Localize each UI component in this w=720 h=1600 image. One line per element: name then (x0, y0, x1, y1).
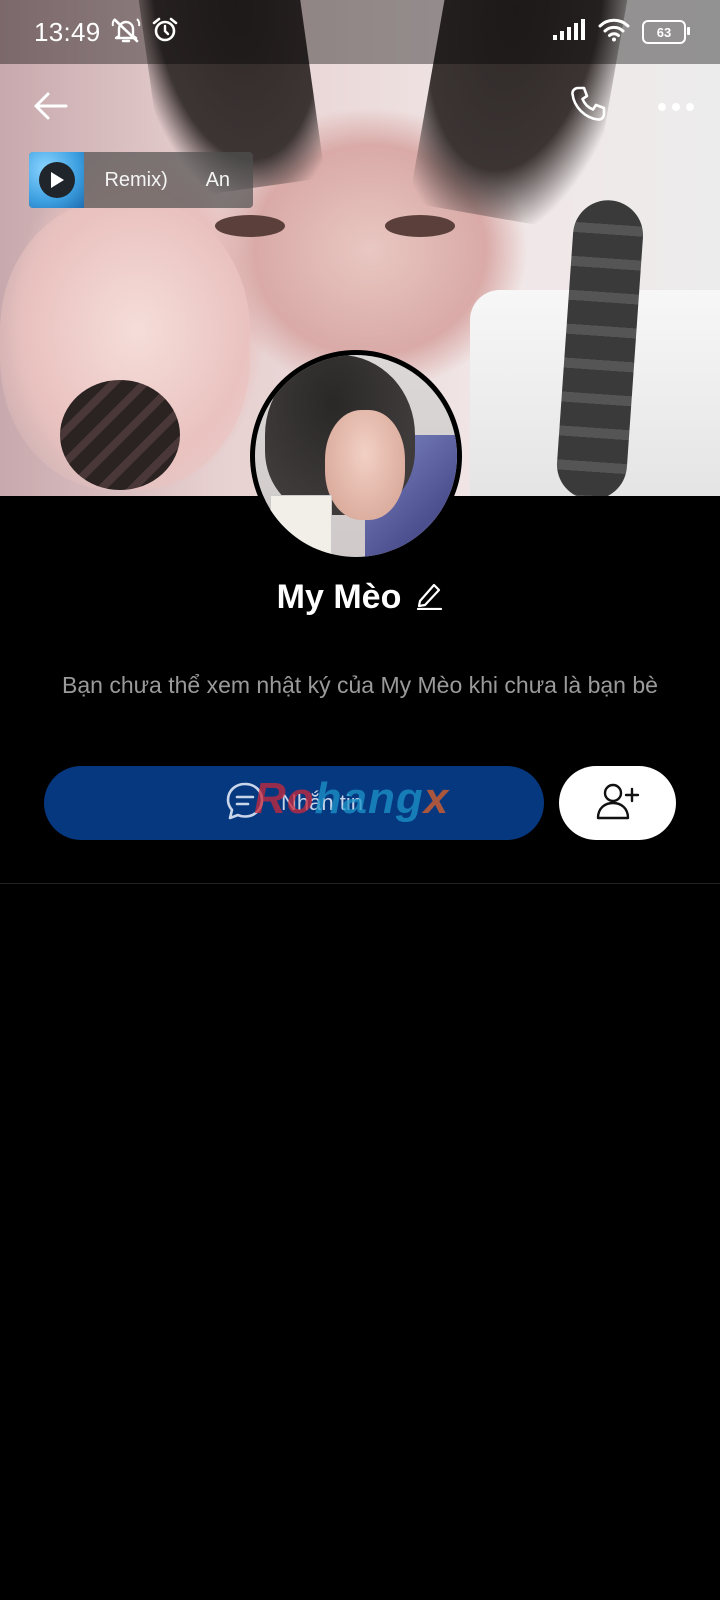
alarm-icon (151, 16, 179, 49)
avatar-photo-detail (270, 495, 332, 557)
status-bar: 13:49 63 (0, 0, 720, 64)
music-thumbnail (29, 152, 85, 208)
privacy-note: Bạn chưa thể xem nhật ký của My Mèo khi … (62, 672, 658, 698)
back-arrow-icon (32, 91, 68, 126)
back-button[interactable] (20, 78, 80, 138)
edit-name-button[interactable] (415, 580, 443, 615)
phone-icon (569, 85, 607, 128)
notifications-off-icon (111, 16, 141, 49)
cover-photo-detail (215, 215, 285, 237)
music-track-title: Remix) An (104, 168, 231, 191)
message-button[interactable]: Nhắn tin (44, 766, 544, 840)
status-time: 13:49 (34, 16, 101, 47)
profile-name-row: My Mèo (0, 578, 720, 617)
add-friend-button[interactable] (559, 766, 676, 840)
cover-photo-detail (60, 380, 180, 490)
more-button[interactable] (646, 78, 706, 138)
profile-name: My Mèo (276, 578, 402, 616)
message-button-label: Nhắn tin (281, 790, 363, 815)
chat-icon (225, 781, 265, 826)
avatar-photo-detail (325, 410, 405, 520)
profile-music-player[interactable]: Remix) An (29, 152, 253, 208)
cover-photo-detail (385, 215, 455, 237)
battery-icon: 63 (642, 20, 690, 44)
top-nav (0, 70, 720, 146)
battery-level: 63 (656, 24, 672, 40)
more-icon (657, 99, 695, 117)
wifi-icon (598, 18, 630, 47)
pencil-icon (415, 583, 443, 614)
add-friend-icon (596, 781, 640, 826)
avatar[interactable] (250, 350, 462, 562)
section-divider (0, 883, 720, 884)
call-button[interactable] (558, 76, 618, 136)
play-icon[interactable] (38, 162, 75, 198)
signal-icon (552, 18, 586, 46)
